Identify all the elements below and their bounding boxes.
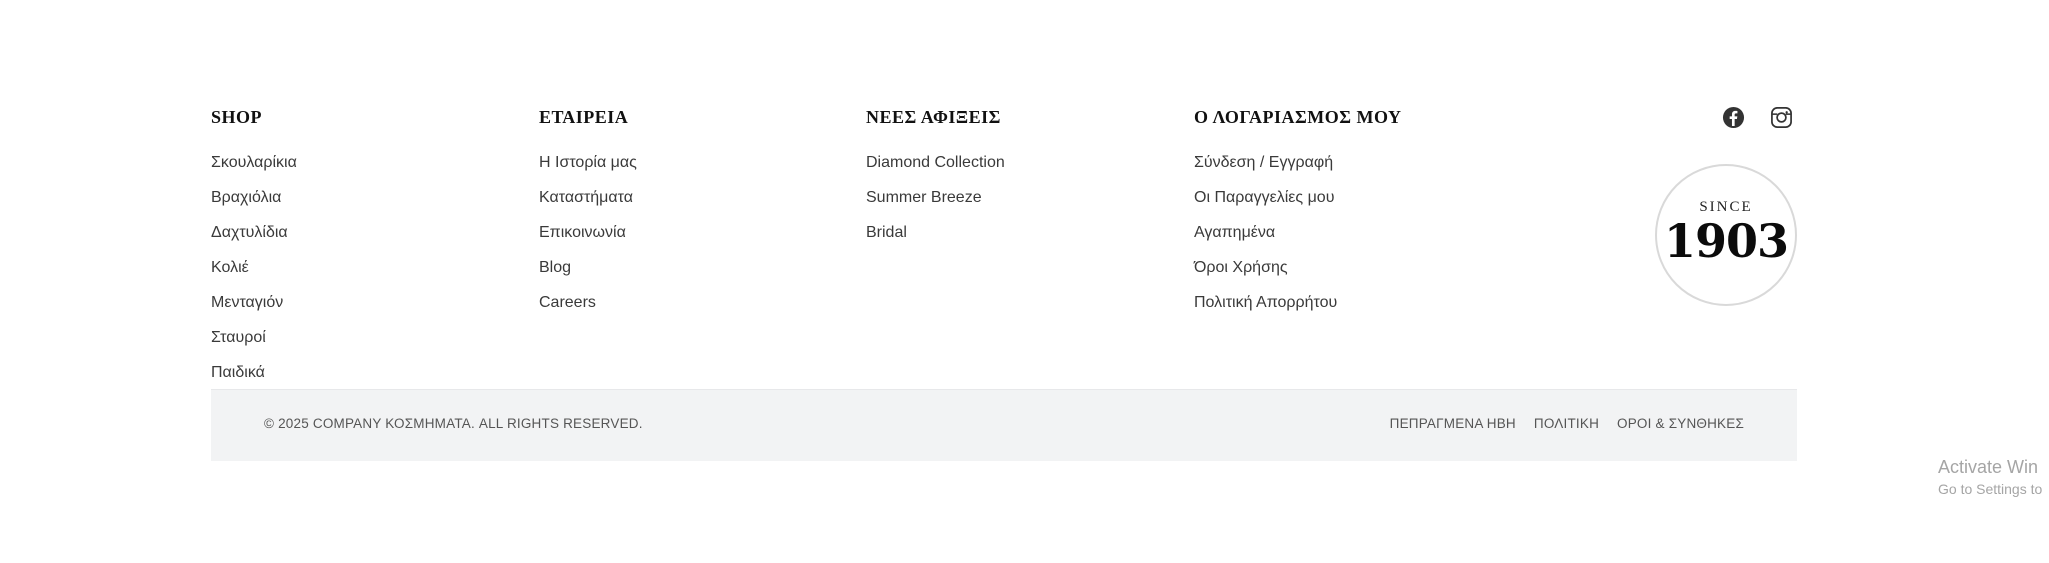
link-summer-breeze[interactable]: Summer Breeze [866,189,982,206]
link-kids[interactable]: Παιδικά [211,364,265,381]
column-title-account: Ο ΛΟΓΑΡΙΑΣΜΟΣ ΜΟΥ [1194,107,1402,127]
list-item: Κολιέ [211,257,297,292]
footer-bottom-bar: © 2025 COMPANY ΚΟΣΜΗΜΑΤΑ. ALL RIGHTS RES… [211,389,1797,461]
list-item: Careers [539,292,637,327]
link-terms-conditions[interactable]: ΟΡΟΙ & ΣΥΝΘΗΚΕΣ [1617,416,1744,431]
footer-columns: SHOP Σκουλαρίκια Βραχιόλια Δαχτυλίδια Κο… [211,105,1797,389]
new-arrivals-links: Diamond Collection Summer Breeze Bridal [866,152,1005,257]
badge-since-label: SINCE [1699,199,1753,215]
link-favorites[interactable]: Αγαπημένα [1194,224,1275,241]
list-item: Σκουλαρίκια [211,152,297,187]
list-item: Πολιτική Απορρήτου [1194,292,1402,327]
page: SHOP Σκουλαρίκια Βραχιόλια Δαχτυλίδια Κο… [0,0,2049,563]
footer-column-company: ΕΤΑΙΡΕΙΑ Η Ιστορία μας Καταστήματα Επικο… [539,105,637,327]
account-links: Σύνδεση / Εγγραφή Οι Παραγγελίες μου Αγα… [1194,152,1402,327]
list-item: Blog [539,257,637,292]
instagram-icon [1770,106,1792,128]
link-pendants[interactable]: Μενταγιόν [211,294,283,311]
link-bracelets[interactable]: Βραχιόλια [211,189,281,206]
link-diamond-collection[interactable]: Diamond Collection [866,154,1005,171]
watermark-title: Activate Win [1938,457,2039,477]
company-links: Η Ιστορία μας Καταστήματα Επικοινωνία Bl… [539,152,637,327]
instagram-link[interactable] [1769,105,1793,129]
link-login-register[interactable]: Σύνδεση / Εγγραφή [1194,154,1333,171]
link-contact[interactable]: Επικοινωνία [539,224,626,241]
link-policy[interactable]: ΠΟΛΙΤΙΚΗ [1534,416,1599,431]
link-my-orders[interactable]: Οι Παραγγελίες μου [1194,189,1334,206]
list-item: Σταυροί [211,327,297,362]
list-item: Καταστήματα [539,187,637,222]
column-title-new-arrivals: ΝΕΕΣ ΑΦΙΞΕΙΣ [866,107,1001,127]
facebook-icon [1722,106,1744,128]
link-necklaces[interactable]: Κολιέ [211,259,249,276]
list-item: Δαχτυλίδια [211,222,297,257]
link-rings[interactable]: Δαχτυλίδια [211,224,288,241]
link-legal-1[interactable]: ΠΕΠΡΑΓΜΕΝΑ ΗΒΗ [1390,416,1516,431]
list-item: Diamond Collection [866,152,1005,187]
link-bridal[interactable]: Bridal [866,224,907,241]
since-badge: SINCE 1903 [1655,164,1797,306]
list-item: Οι Παραγγελίες μου [1194,187,1402,222]
footer-column-new-arrivals: ΝΕΕΣ ΑΦΙΞΕΙΣ Diamond Collection Summer B… [866,105,1005,257]
link-privacy-policy[interactable]: Πολιτική Απορρήτου [1194,294,1337,311]
link-earrings[interactable]: Σκουλαρίκια [211,154,297,171]
link-blog[interactable]: Blog [539,259,571,276]
link-terms-of-use[interactable]: Όροι Χρήσης [1194,259,1288,276]
list-item: Βραχιόλια [211,187,297,222]
shop-links: Σκουλαρίκια Βραχιόλια Δαχτυλίδια Κολιέ Μ… [211,152,297,397]
copyright-text: © 2025 COMPANY ΚΟΣΜΗΜΑΤΑ. ALL RIGHTS RES… [264,416,643,431]
list-item: Σύνδεση / Εγγραφή [1194,152,1402,187]
legal-links: ΠΕΠΡΑΓΜΕΝΑ ΗΒΗ ΠΟΛΙΤΙΚΗ ΟΡΟΙ & ΣΥΝΘΗΚΕΣ [1390,416,1744,431]
column-title-shop: SHOP [211,107,263,127]
list-item: Όροι Χρήσης [1194,257,1402,292]
list-item: Μενταγιόν [211,292,297,327]
facebook-link[interactable] [1721,105,1745,129]
footer-column-account: Ο ΛΟΓΑΡΙΑΣΜΟΣ ΜΟΥ Σύνδεση / Εγγραφή Οι Π… [1194,105,1402,327]
link-stores[interactable]: Καταστήματα [539,189,633,206]
watermark-subtitle: Go to Settings to [1938,481,2043,497]
column-title-company: ΕΤΑΙΡΕΙΑ [539,107,629,127]
footer-column-shop: SHOP Σκουλαρίκια Βραχιόλια Δαχτυλίδια Κο… [211,105,297,397]
social-links [1721,105,1793,129]
link-our-story[interactable]: Η Ιστορία μας [539,154,637,171]
windows-activation-watermark: Activate Win Go to Settings to [1938,455,2042,499]
list-item: Bridal [866,222,1005,257]
link-crosses[interactable]: Σταυροί [211,329,266,346]
list-item: Η Ιστορία μας [539,152,637,187]
list-item: Summer Breeze [866,187,1005,222]
link-careers[interactable]: Careers [539,294,596,311]
list-item: Αγαπημένα [1194,222,1402,257]
list-item: Επικοινωνία [539,222,637,257]
badge-year: 1903 [1663,214,1789,268]
